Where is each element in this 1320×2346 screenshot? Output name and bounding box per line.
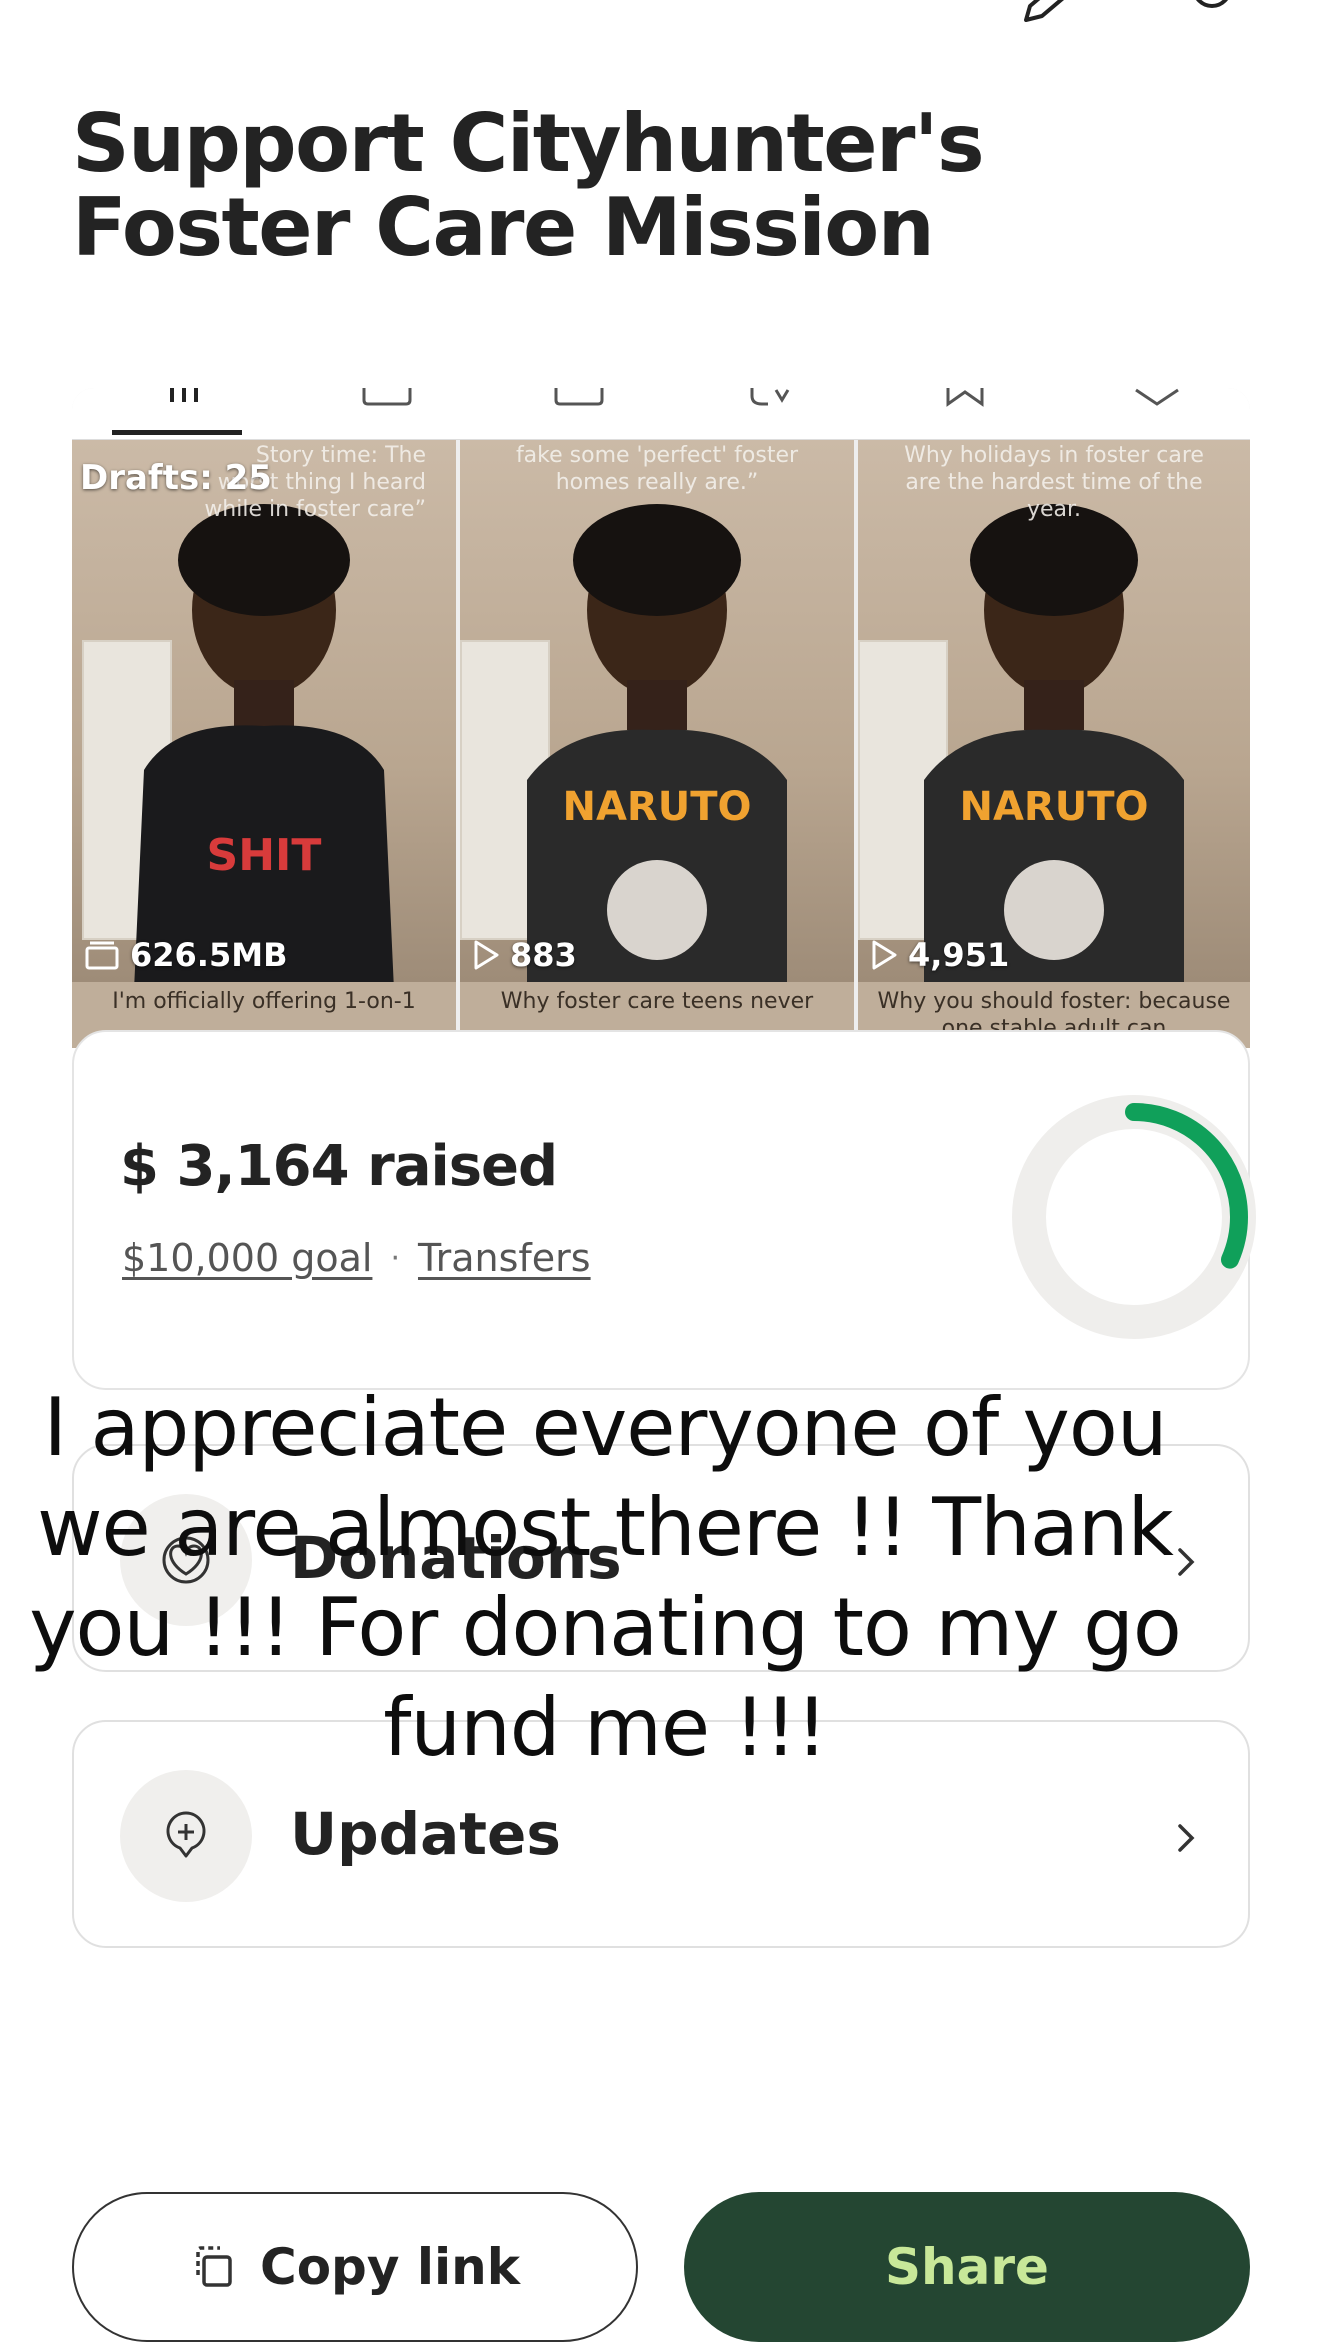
tab-liked[interactable] bbox=[890, 388, 1030, 440]
play-icon bbox=[872, 940, 897, 970]
bottom-action-bar: Copy link Share bbox=[0, 2180, 1320, 2346]
separator: · bbox=[390, 1240, 400, 1276]
tab-active-underline bbox=[112, 430, 242, 435]
tab-more[interactable] bbox=[1082, 388, 1222, 440]
tab-favorites[interactable] bbox=[698, 388, 838, 440]
video-caption: Why foster care teens never bbox=[500, 989, 814, 1014]
transfers-link[interactable]: Transfers bbox=[418, 1236, 591, 1280]
goal-row: $10,000 goal · Transfers bbox=[122, 1236, 591, 1280]
share-label: Share bbox=[885, 2238, 1049, 2296]
overlay-line: we are almost there !! Thank bbox=[37, 1481, 1174, 1574]
video-size: 626.5MB bbox=[130, 936, 288, 974]
svg-text:NARUTO: NARUTO bbox=[959, 784, 1148, 830]
svg-text:NARUTO: NARUTO bbox=[562, 784, 751, 830]
updates-label: Updates bbox=[290, 1800, 561, 1868]
video-tab-bar bbox=[72, 388, 1250, 440]
video-stat: 883 bbox=[472, 936, 577, 974]
settings-icon[interactable] bbox=[1190, 0, 1234, 18]
video-grid-panel: SHIT Story time: The worst thing I heard… bbox=[72, 388, 1250, 1048]
grid-icon bbox=[170, 388, 198, 402]
overlay-caption: I appreciate everyone of you we are almo… bbox=[0, 1378, 1210, 1778]
page-title: Support Cityhunter's Foster Care Mission bbox=[72, 97, 985, 274]
video-stat: 4,951 bbox=[870, 936, 1009, 974]
video-caption: fake some 'perfect' foster homes really … bbox=[515, 443, 799, 495]
goal-link[interactable]: $10,000 goal bbox=[122, 1236, 372, 1280]
video-caption: Why holidays in foster care are the hard… bbox=[904, 443, 1204, 522]
svg-text:SHIT: SHIT bbox=[207, 830, 322, 881]
overlay-line: fund me !!! bbox=[383, 1681, 828, 1774]
play-icon bbox=[474, 940, 499, 970]
video-stat: 626.5MB bbox=[84, 936, 287, 974]
back-arrow-icon[interactable] bbox=[86, 0, 122, 14]
chevron-down-icon bbox=[1135, 388, 1179, 406]
video-thumbnail[interactable]: NARUTO Why holidays in foster care are t… bbox=[858, 440, 1250, 982]
person-image: SHIT bbox=[134, 504, 394, 982]
tab-saved[interactable] bbox=[504, 388, 644, 440]
copy-link-label: Copy link bbox=[260, 2238, 520, 2296]
video-thumbnail[interactable]: SHIT Story time: The worst thing I heard… bbox=[72, 440, 456, 982]
copy-icon bbox=[196, 2246, 232, 2287]
overlay-line: you !!! For donating to my go bbox=[29, 1581, 1182, 1674]
share-button[interactable]: Share bbox=[684, 2192, 1250, 2342]
chevron-right-icon bbox=[1178, 1824, 1195, 1852]
bookmark-icon bbox=[946, 388, 984, 407]
overlay-line: I appreciate everyone of you bbox=[43, 1381, 1167, 1474]
box-icon bbox=[554, 388, 604, 406]
copy-link-button[interactable]: Copy link bbox=[72, 2192, 638, 2342]
plus-pin-icon bbox=[166, 1811, 206, 1858]
updates-icon-bg bbox=[120, 1770, 252, 1902]
person-image: NARUTO bbox=[527, 504, 787, 982]
video-thumbnail[interactable]: NARUTO fake some 'perfect' foster homes … bbox=[460, 440, 854, 982]
folder-icon bbox=[85, 941, 119, 970]
top-bar bbox=[0, 0, 1320, 40]
raised-amount: $ 3,164 raised bbox=[120, 1134, 558, 1199]
fundraiser-progress-card: $ 3,164 raised $10,000 goal · Transfers bbox=[72, 1030, 1256, 1390]
progress-ring bbox=[1012, 1095, 1256, 1339]
view-count: 883 bbox=[510, 936, 577, 974]
tab-grid[interactable] bbox=[112, 388, 252, 440]
person-image: NARUTO bbox=[924, 504, 1184, 982]
box-icon bbox=[362, 388, 412, 406]
video-caption: I'm officially offering 1-on-1 bbox=[112, 989, 416, 1014]
view-count: 4,951 bbox=[908, 936, 1010, 974]
tab-reposts[interactable] bbox=[312, 388, 452, 440]
drafts-label: Drafts: 25 bbox=[80, 458, 272, 498]
edit-pencil-icon[interactable] bbox=[1022, 0, 1074, 22]
heart-down-icon bbox=[750, 388, 790, 406]
